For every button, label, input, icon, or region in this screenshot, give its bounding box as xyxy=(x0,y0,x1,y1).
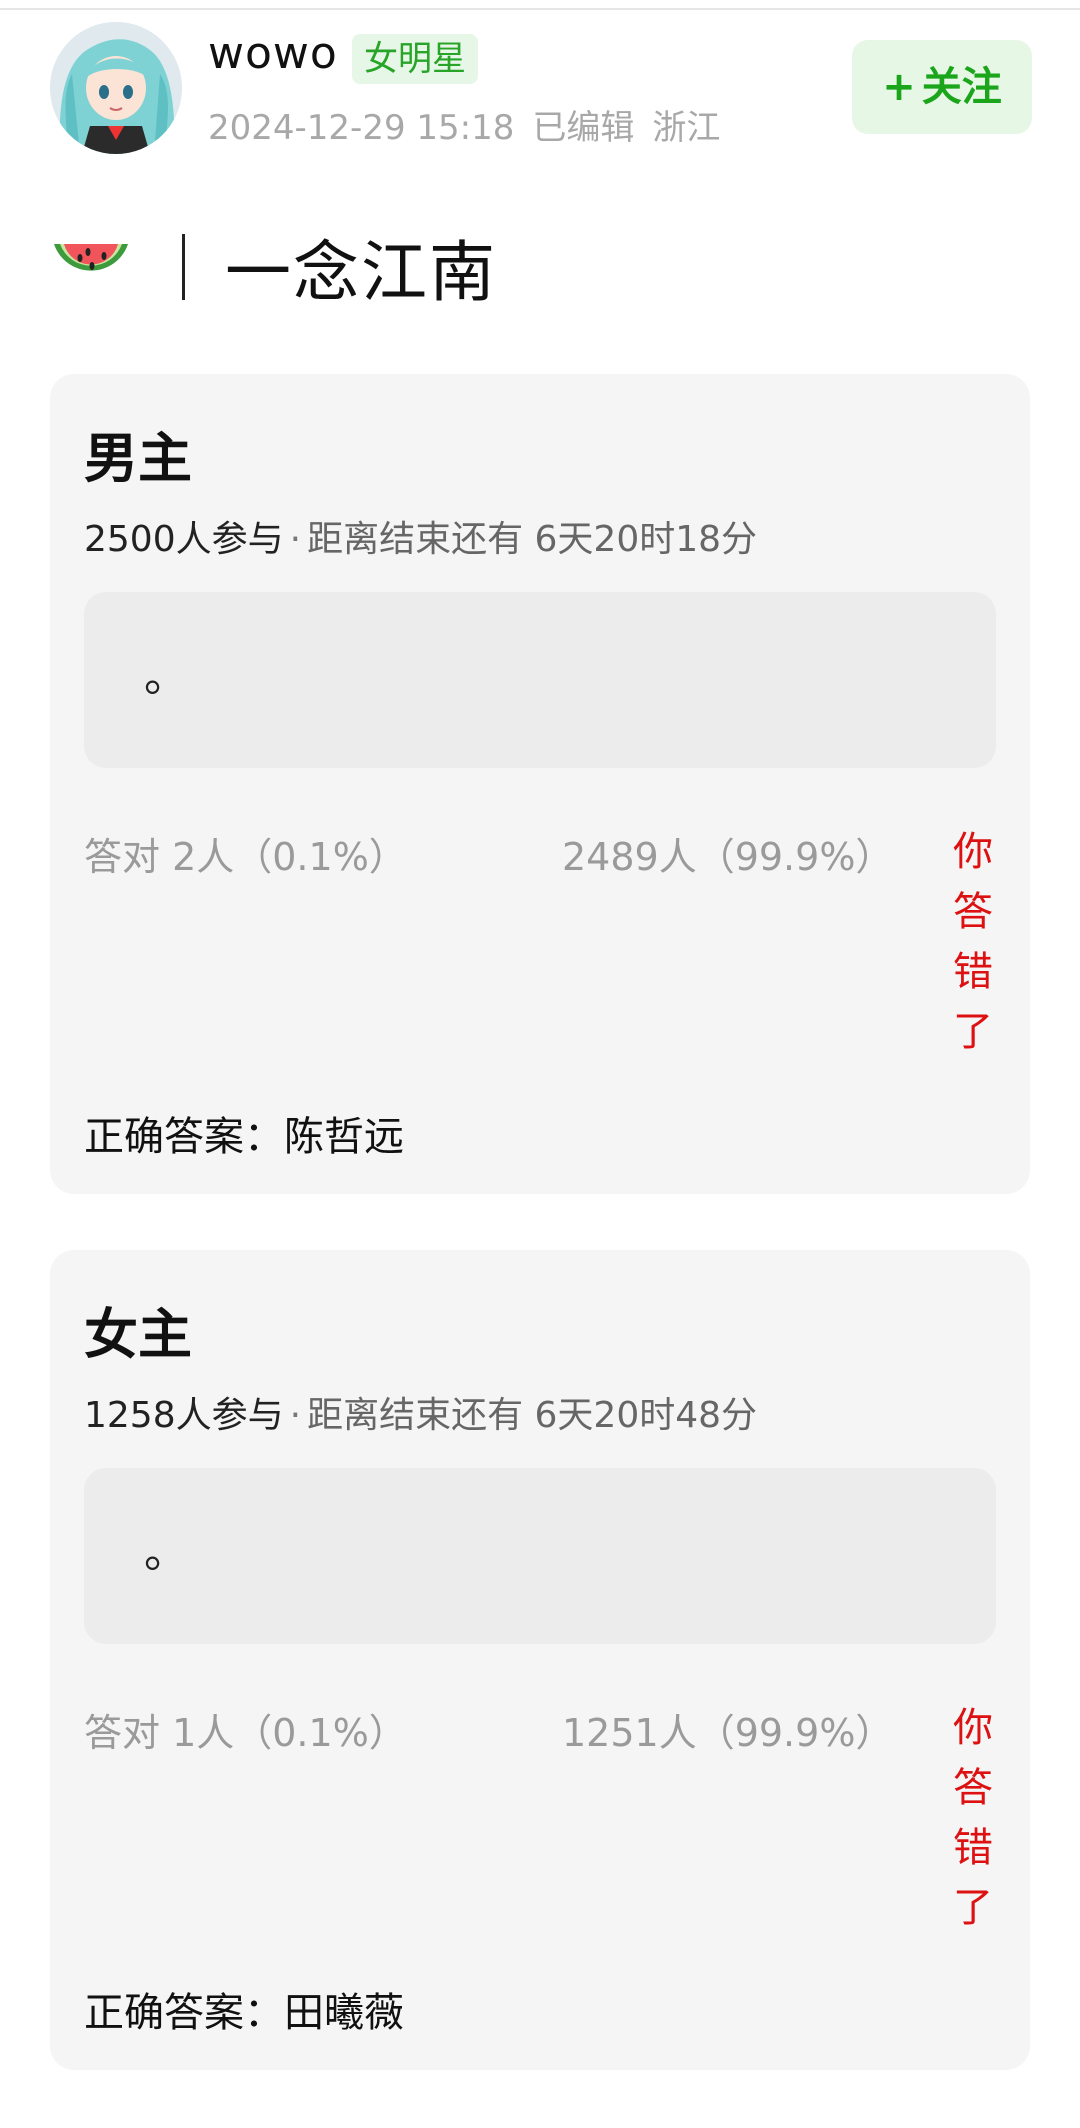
info-separator: · xyxy=(289,1395,302,1436)
verified-badge: 女明星 xyxy=(352,34,478,84)
edited-label: 已编辑 xyxy=(532,108,635,148)
wrong-answer-label: 你答错了 xyxy=(953,829,993,1055)
quiz-question: 女主 xyxy=(84,1303,192,1366)
option-text: 。 xyxy=(144,651,188,702)
participant-count: 2500人参与 xyxy=(84,519,284,560)
option-text: 。 xyxy=(144,1527,188,1578)
wrong-stat: 1251人（99.9%） xyxy=(562,1711,894,1755)
correct-stat: 答对 2人（0.1%） xyxy=(84,835,407,879)
time-remaining: 距离结束还有 6天20时48分 xyxy=(307,1395,758,1436)
post-title: 一念江南 xyxy=(225,234,497,311)
correct-answer: 正确答案：田曦薇 xyxy=(84,1990,404,2036)
wrong-stat: 2489人（99.9%） xyxy=(562,835,894,879)
plus-icon: + xyxy=(882,64,916,110)
post-title-row: 一念江南 xyxy=(50,222,497,312)
quiz-question: 男主 xyxy=(84,427,192,490)
quiz-info: 1258人参与 · 距离结束还有 6天20时48分 xyxy=(84,1386,757,1438)
follow-button[interactable]: + 关注 xyxy=(852,40,1032,134)
username[interactable]: wowo xyxy=(208,28,338,79)
info-separator: · xyxy=(289,519,302,560)
time-remaining: 距离结束还有 6天20时18分 xyxy=(307,519,758,560)
correct-stat: 答对 1人（0.1%） xyxy=(84,1711,407,1755)
participant-count: 1258人参与 xyxy=(84,1395,284,1436)
watermelon-icon xyxy=(54,244,128,271)
post-meta: 2024-12-29 15:18 已编辑 浙江 xyxy=(208,100,738,149)
post-location: 浙江 xyxy=(652,108,721,148)
correct-answer: 正确答案：陈哲远 xyxy=(84,1114,404,1160)
quiz-info: 2500人参与 · 距离结束还有 6天20时18分 xyxy=(84,510,757,562)
post-date: 2024-12-29 15:18 xyxy=(208,108,515,148)
top-divider xyxy=(0,8,1080,10)
avatar[interactable] xyxy=(50,22,182,154)
anime-avatar-icon xyxy=(50,22,182,154)
quiz-card: 女主 1258人参与 · 距离结束还有 6天20时48分 。 答对 1人（0.1%）… xyxy=(50,1250,1030,2070)
follow-label: 关注 xyxy=(921,64,1002,110)
answer-option[interactable]: 。 xyxy=(84,592,996,768)
wrong-answer-label: 你答错了 xyxy=(953,1705,993,1931)
title-divider xyxy=(182,234,185,300)
quiz-card: 男主 2500人参与 · 距离结束还有 6天20时18分 。 答对 2人（0.1%）… xyxy=(50,374,1030,1194)
answer-option[interactable]: 。 xyxy=(84,1468,996,1644)
